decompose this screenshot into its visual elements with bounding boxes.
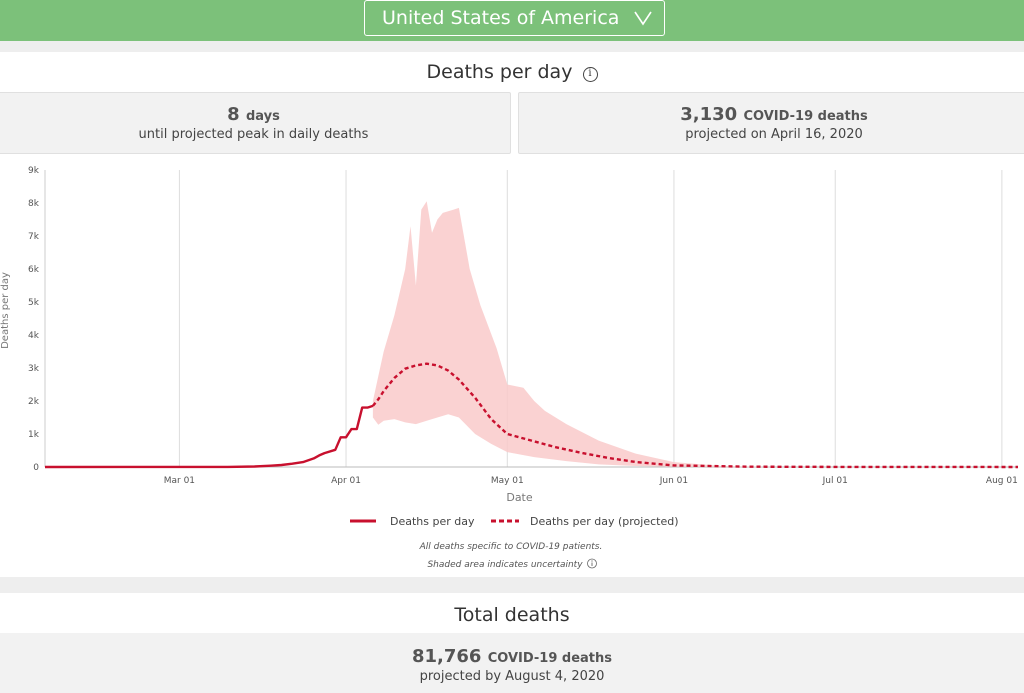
total-deaths-panel: Total deaths 81,766 COVID-19 deaths proj… bbox=[0, 593, 1024, 693]
total-deaths-title: Total deaths bbox=[454, 604, 570, 626]
panel-title-text: Deaths per day bbox=[426, 61, 573, 83]
chevron-down-icon bbox=[634, 11, 652, 26]
total-deaths-unit: COVID-19 deaths bbox=[487, 651, 613, 666]
legend-label-projected: Deaths per day (projected) bbox=[530, 515, 679, 528]
peak-days-value-line: 8 days bbox=[0, 104, 510, 125]
deaths-per-day-chart: Mar 01 Apr 01 May 01 Jun 01 Jul 01 Aug 01 0 1k 2… bbox=[0, 166, 1019, 570]
total-deaths-stat: 81,766 COVID-19 deaths projected by Augu… bbox=[0, 633, 1024, 693]
info-icon-dot bbox=[591, 560, 593, 562]
info-icon[interactable]: i bbox=[582, 67, 598, 82]
top-bar: United States of America bbox=[0, 0, 1024, 41]
y-tick-label: 9k bbox=[28, 166, 40, 176]
peak-days-stat: 8 days until projected peak in daily dea… bbox=[0, 92, 511, 154]
y-tick-label: 1k bbox=[28, 430, 40, 440]
y-tick-label: 6k bbox=[28, 265, 40, 275]
country-select-value: United States of America bbox=[382, 7, 620, 29]
legend-label-observed: Deaths per day bbox=[390, 515, 475, 528]
peak-days-caption: until projected peak in daily deaths bbox=[138, 127, 369, 142]
peak-days-unit: days bbox=[245, 109, 280, 124]
uncertainty-band bbox=[372, 201, 777, 468]
peak-days-value: 8 bbox=[227, 104, 240, 125]
peak-deaths-value: 3,130 bbox=[680, 104, 738, 125]
y-tick-label: 8k bbox=[28, 199, 40, 209]
x-tick-label: Apr 01 bbox=[331, 476, 361, 486]
y-axis-title: Deaths per day bbox=[0, 272, 11, 349]
peak-deaths-value-line: 3,130 COVID-19 deaths bbox=[519, 104, 1024, 125]
x-tick-label: May 01 bbox=[491, 476, 524, 486]
total-deaths-value: 81,766 bbox=[411, 646, 482, 667]
x-tick-label: Jul 01 bbox=[822, 476, 848, 486]
x-tick-label: Jun 01 bbox=[659, 476, 688, 486]
country-select[interactable]: United States of America bbox=[364, 0, 665, 36]
peak-deaths-caption: projected on April 16, 2020 bbox=[685, 127, 863, 142]
deaths-per-day-title: Deaths per day i bbox=[0, 61, 1024, 83]
total-deaths-caption: projected by August 4, 2020 bbox=[419, 669, 605, 684]
observed-deaths-line bbox=[44, 404, 374, 469]
y-tick-label: 7k bbox=[28, 232, 40, 242]
y-tick-label: 0 bbox=[33, 463, 39, 473]
x-axis-title: Date bbox=[506, 491, 533, 504]
y-tick-label: 4k bbox=[28, 331, 40, 341]
peak-deaths-unit: COVID-19 deaths bbox=[743, 109, 868, 124]
chart-note: Shaded area indicates uncertainty bbox=[427, 560, 583, 570]
y-tick-label: 5k bbox=[28, 298, 40, 308]
total-deaths-value-line: 81,766 COVID-19 deaths bbox=[0, 646, 1024, 667]
peak-deaths-stat: 3,130 COVID-19 deaths projected on April… bbox=[518, 92, 1024, 154]
y-tick-label: 3k bbox=[28, 364, 40, 374]
y-tick-label: 2k bbox=[28, 397, 40, 407]
x-tick-label: Mar 01 bbox=[164, 476, 195, 486]
x-tick-label: Aug 01 bbox=[986, 476, 1018, 486]
chart-note: All deaths specific to COVID-19 patients… bbox=[419, 542, 603, 552]
